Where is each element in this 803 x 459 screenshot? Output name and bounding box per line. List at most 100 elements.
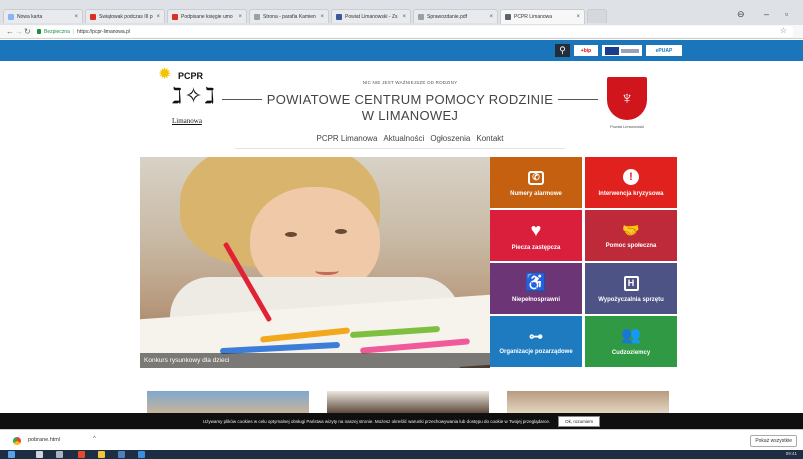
forward-icon[interactable]: → xyxy=(15,27,23,36)
chevron-up-icon[interactable]: ^ xyxy=(93,436,96,442)
eagle-icon: ♆ xyxy=(620,88,634,108)
cookie-banner: Używamy plików cookies w celu optymalnej… xyxy=(0,413,803,429)
browser-tab[interactable]: Nowa karta × xyxy=(3,9,83,23)
site-top-bar xyxy=(0,40,803,61)
tab-title: Świątowak podczas III p xyxy=(99,13,153,20)
news-thumbnail[interactable] xyxy=(147,391,309,413)
app-icon[interactable] xyxy=(138,451,145,458)
tab-close-icon[interactable]: × xyxy=(74,14,78,20)
tile-label: Wypożyczalnia sprzętu xyxy=(598,297,664,303)
taskbar-clock[interactable]: 09:41 xyxy=(786,451,797,456)
eu-funds-link[interactable] xyxy=(602,45,642,56)
search-icon[interactable]: ⚲ xyxy=(555,44,570,57)
tile-piecza-zastepcza[interactable]: ♥ Piecza zastępcza xyxy=(490,210,582,261)
tile-pomoc-spoleczna[interactable]: 🤝 Pomoc społeczna xyxy=(585,210,677,261)
tab-favicon-icon xyxy=(8,13,14,20)
menu-item-kontakt[interactable]: Kontakt xyxy=(476,134,503,143)
logo-town: Limanowa xyxy=(172,117,202,125)
site-title-line2: W LIMANOWEJ xyxy=(361,108,459,123)
reload-icon[interactable]: ↻ xyxy=(24,27,31,36)
county-crest: ♆ xyxy=(607,77,647,120)
tab-close-icon[interactable]: × xyxy=(156,14,160,20)
tab-close-icon[interactable]: × xyxy=(238,14,242,20)
tile-niepelnosprawni[interactable]: ♿ Niepełnosprawni xyxy=(490,263,582,314)
back-icon[interactable]: ← xyxy=(6,27,14,36)
minimize-icon[interactable]: – xyxy=(764,9,769,19)
cookie-accept-button[interactable]: Ok, rozumiem xyxy=(558,415,601,427)
tile-label: Organizacje pozarządowe xyxy=(499,348,573,355)
tile-label: Numery alarmowe xyxy=(510,190,562,197)
tile-label: Cudzoziemcy xyxy=(611,349,651,356)
browser-tab[interactable]: Strona - parafia Kamien × xyxy=(249,9,329,23)
hero-eye xyxy=(285,232,297,237)
tab-close-icon[interactable]: × xyxy=(489,14,493,20)
bookmark-star-icon[interactable]: ☆ xyxy=(780,26,787,35)
crest-label: Powiat Limanowski xyxy=(609,124,644,129)
start-icon[interactable] xyxy=(8,451,15,458)
address-separator: | xyxy=(72,28,75,35)
tab-close-icon[interactable]: × xyxy=(402,14,406,20)
hero-eye xyxy=(335,229,347,234)
menu-item-ogloszenia[interactable]: Ogłoszenia xyxy=(430,134,470,143)
os-taskbar: 09:41 xyxy=(0,450,803,459)
handshake-icon: 🤝 xyxy=(622,221,640,238)
folder-icon[interactable] xyxy=(98,451,105,458)
tile-numery-alarmowe[interactable]: ✆ Numery alarmowe xyxy=(490,157,582,208)
news-thumbnail[interactable] xyxy=(327,391,489,413)
hero-slide[interactable]: Konkurs rysunkowy dla dzieci xyxy=(140,157,490,368)
tab-favicon-icon xyxy=(418,13,424,20)
tile-interwencja-kryzysowa[interactable]: ! Interwencja kryzysowa xyxy=(585,157,677,208)
cookie-text: Używamy plików cookies w celu optymalnej… xyxy=(202,418,551,424)
browser-tab[interactable]: Podpisane księgie umo × xyxy=(167,9,247,23)
app-icon[interactable] xyxy=(78,451,85,458)
tile-wypozyczalnia-sprzetu[interactable]: H Wypożyczalnia sprzętu xyxy=(585,263,677,314)
menu-item-pcpr[interactable]: PCPR Limanowa xyxy=(316,134,377,143)
tab-favicon-icon xyxy=(505,14,511,20)
browser-tab[interactable]: Powiat Limanowski - Zs × xyxy=(331,9,411,23)
url-text: https://pcpr-limanowa.pl xyxy=(77,28,130,35)
hierarchy-icon: ⊶ xyxy=(529,327,543,344)
pcpr-logo[interactable]: ✹ PCPR ℷ✧ℷ Limanowa xyxy=(152,67,222,127)
wheelchair-icon: ♿ xyxy=(525,273,547,292)
exclamation-icon: ! xyxy=(623,168,639,186)
family-figures-icon: ℷ✧ℷ xyxy=(172,83,217,108)
sun-icon: ✹ xyxy=(158,66,172,83)
taskview-icon[interactable] xyxy=(56,451,63,458)
browser-tab-active[interactable]: PCPR Limanowa × xyxy=(500,9,585,24)
browser-tab[interactable]: Sprawozdanie.pdf × xyxy=(413,9,498,23)
download-shelf: pobrane.html ^ Pokaż wszystkie xyxy=(0,429,803,450)
epuap-link[interactable]: ePUAP xyxy=(646,45,682,56)
download-filename[interactable]: pobrane.html xyxy=(28,437,60,443)
tab-title: Strona - parafia Kamien xyxy=(263,13,316,20)
site-motto: NIC NIE JEST WAŻNIEJSZE OD RODZINY xyxy=(362,80,458,85)
hero-mouth xyxy=(315,267,339,275)
new-tab-button[interactable] xyxy=(587,9,607,23)
news-thumbnail[interactable] xyxy=(507,391,669,413)
browser-tab[interactable]: Świątowak podczas III p × xyxy=(85,9,165,23)
tile-cudzoziemcy[interactable]: 👥 Cudzoziemcy xyxy=(585,316,677,367)
tab-favicon-icon xyxy=(336,13,342,20)
tile-organizacje-pozarzadowe[interactable]: ⊶ Organizacje pozarządowe xyxy=(490,316,582,367)
search-taskbar-icon[interactable] xyxy=(36,451,43,458)
user-icon[interactable]: ⊖ xyxy=(737,9,745,20)
maximize-icon[interactable]: ▫ xyxy=(785,9,788,19)
tab-close-icon[interactable]: × xyxy=(320,14,324,20)
tab-favicon-icon xyxy=(90,13,96,20)
show-all-downloads-button[interactable]: Pokaż wszystkie xyxy=(750,435,797,447)
title-divider-left xyxy=(222,99,262,100)
app-icon[interactable] xyxy=(118,451,125,458)
tab-favicon-icon xyxy=(172,13,178,20)
menu-item-aktualnosci[interactable]: Aktualności xyxy=(383,134,424,143)
tab-title: Sprawozdanie.pdf xyxy=(427,13,468,20)
eu-flag-icon xyxy=(605,46,619,55)
tab-close-icon[interactable]: × xyxy=(576,14,580,20)
bip-link[interactable]: +bip xyxy=(574,45,598,56)
tab-favicon-icon xyxy=(254,13,260,20)
hero-caption: Konkurs rysunkowy dla dzieci xyxy=(140,353,490,368)
title-divider-right xyxy=(558,99,598,100)
tile-label: Niepełnosprawni xyxy=(511,297,560,303)
tile-label: Pomoc społeczna xyxy=(605,242,657,249)
tab-title: Nowa karta xyxy=(17,13,43,20)
address-bar[interactable]: Bezpieczna | https://pcpr-limanowa.pl ☆ xyxy=(33,26,793,37)
tile-label: Interwencja kryzysowa xyxy=(598,191,664,198)
